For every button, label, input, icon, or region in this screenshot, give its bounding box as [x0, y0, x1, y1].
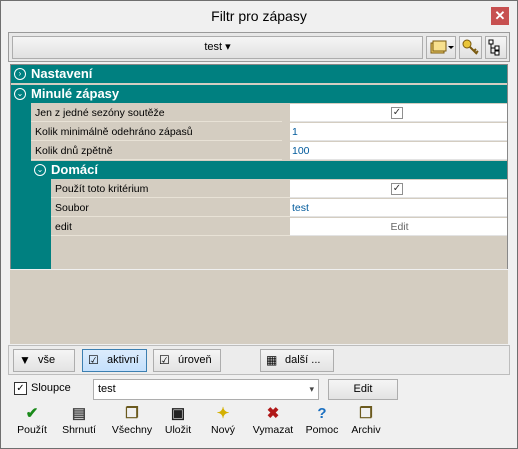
tree-empty-area [51, 237, 507, 269]
level-label: úroveň [178, 354, 212, 366]
checkbox-icon: ☑ [88, 353, 99, 367]
row-label: Použít toto kritérium [51, 180, 290, 198]
columns-select[interactable]: test ▾ [93, 379, 319, 400]
help-label: Pomoc [305, 424, 339, 436]
floppy-icon: ▣ [170, 405, 186, 422]
row-label: Kolik dnů zpětně [31, 142, 282, 160]
save-label: Uložit [164, 424, 192, 436]
columns-edit-button[interactable]: Edit [328, 379, 398, 400]
more-button[interactable]: ▦ další ... [260, 349, 334, 372]
collapse-icon: ⌄ [34, 164, 46, 176]
collapse-icon: ⌄ [14, 88, 26, 100]
row-min-matches: Kolik minimálně odehráno zápasů 1 [31, 123, 507, 141]
tree-indent [31, 179, 51, 269]
all-label: Všechny [111, 424, 153, 436]
all-button[interactable]: ❐ Všechny [106, 404, 158, 442]
row-use-criterion: Použít toto kritérium ✓ [51, 180, 507, 198]
help-icon: ? [317, 405, 327, 422]
archive-label: Archiv [351, 424, 381, 436]
new-label: Nový [211, 424, 235, 436]
row-single-season: Jen z jedné sezóny soutěže ✓ [31, 104, 507, 122]
row-days-back: Kolik dnů zpětně 100 [31, 142, 507, 160]
level-button[interactable]: ☑ úroveň [153, 349, 221, 372]
archive-icon: ❐ [359, 405, 373, 422]
property-tree: › Nastavení ⌄ Minulé zápasy Jen z jedné … [10, 64, 508, 269]
x-icon: ✖ [266, 405, 280, 422]
expand-icon: › [14, 68, 26, 80]
save-button[interactable]: ▣ Uložit [158, 404, 198, 442]
active-label: aktivní [107, 354, 139, 366]
more-icon: ▦ [266, 353, 278, 367]
row-edit: edit Edit [51, 218, 507, 236]
more-label: další ... [285, 354, 321, 366]
folder-icon [430, 40, 454, 54]
use-criterion-value[interactable]: ✓ [290, 180, 507, 198]
summary-button[interactable]: ▤ Shrnutí [55, 404, 103, 442]
section-settings-label: Nastavení [31, 66, 93, 81]
section-home-label: Domácí [51, 162, 98, 177]
columns-bar: ✓ Sloupce test ▾ Edit [8, 376, 510, 402]
row-file: Soubor test [51, 199, 507, 217]
window-title: Filtr pro zápasy [211, 8, 307, 24]
row-label: Soubor [51, 199, 290, 217]
min-matches-field[interactable]: 1 [290, 123, 507, 141]
show-all-button[interactable]: ▼ vše [13, 349, 75, 372]
columns-label: Sloupce [31, 382, 71, 394]
close-button[interactable]: ✕ [491, 7, 509, 25]
chevron-down-icon: ▾ [309, 384, 314, 394]
delete-label: Vymazat [252, 424, 294, 436]
funnel-icon: ▼ [19, 353, 31, 367]
tree-icon [488, 39, 500, 56]
tree-indent [11, 103, 31, 269]
key-button[interactable] [459, 36, 482, 59]
new-button[interactable]: ✦ Nový [206, 404, 240, 442]
filter-bar: ▼ vše ☑ aktivní ☑ úroveň ▦ další ... [8, 345, 510, 375]
filter-window: Filtr pro zápasy ✕ test ▾ › Nastavení ⌄ [0, 0, 518, 449]
section-settings[interactable]: › Nastavení [11, 65, 507, 83]
active-button[interactable]: ☑ aktivní [82, 349, 147, 372]
tree-view-button[interactable] [485, 36, 507, 59]
apply-button[interactable]: ✔ Použít [10, 404, 54, 442]
file-field[interactable]: test [290, 199, 507, 217]
columns-checkbox[interactable]: ✓ [14, 382, 27, 395]
delete-button[interactable]: ✖ Vymazat [248, 404, 298, 442]
key-icon [462, 39, 479, 55]
show-all-label: vše [38, 354, 56, 366]
action-bar: ✔ Použít ▤ Shrnutí ❐ Všechny ▣ Uložit ✦ … [8, 404, 510, 442]
check-icon: ✔ [25, 405, 39, 422]
section-past-label: Minulé zápasy [31, 86, 120, 101]
summary-label: Shrnutí [62, 424, 96, 436]
folder-menu-button[interactable] [426, 36, 456, 59]
archive-button[interactable]: ❐ Archiv [346, 404, 386, 442]
empty-area [10, 270, 508, 344]
summary-icon: ▤ [71, 405, 87, 422]
edit-cell-button[interactable]: Edit [290, 218, 507, 236]
apply-label: Použít [17, 424, 47, 436]
bulb-icon: ✦ [216, 405, 230, 422]
title-bar: Filtr pro zápasy ✕ [1, 1, 517, 31]
help-button[interactable]: ? Pomoc [302, 404, 342, 442]
days-back-field[interactable]: 100 [290, 142, 507, 160]
top-toolbar: test ▾ [8, 32, 510, 62]
section-home[interactable]: ⌄ Domácí [31, 161, 507, 179]
client-area: test ▾ › Nastavení ⌄ Minulé zápasy Jen z… [8, 32, 510, 442]
single-season-value[interactable]: ✓ [290, 104, 507, 122]
folders-icon: ❐ [125, 405, 139, 422]
use-criterion-checkbox[interactable]: ✓ [391, 183, 403, 195]
filter-selector-button[interactable]: test ▾ [12, 36, 423, 59]
columns-select-value: test [98, 383, 116, 395]
section-past-matches[interactable]: ⌄ Minulé zápasy [11, 85, 507, 103]
row-label: edit [51, 218, 290, 236]
row-label: Jen z jedné sezóny soutěže [31, 104, 282, 122]
single-season-checkbox[interactable]: ✓ [391, 107, 403, 119]
level-icon: ☑ [159, 353, 170, 367]
row-label: Kolik minimálně odehráno zápasů [31, 123, 282, 141]
